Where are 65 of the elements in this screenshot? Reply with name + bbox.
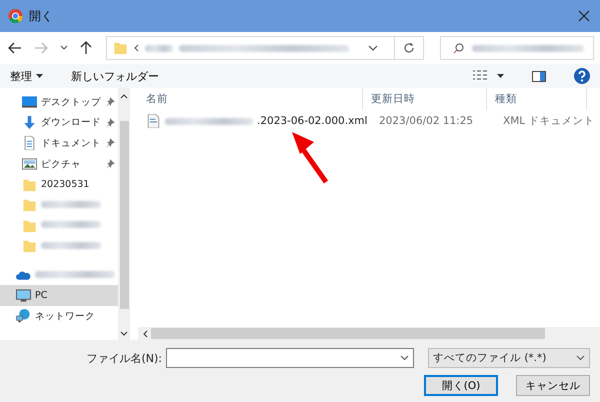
refresh-icon[interactable]	[403, 42, 415, 54]
folder-icon	[22, 198, 37, 212]
column-header[interactable]: 種類	[487, 88, 587, 110]
window-title: 開く	[29, 8, 53, 24]
picture-icon	[22, 157, 37, 172]
caret-icon	[36, 74, 43, 78]
column-header[interactable]: 名前	[138, 88, 363, 110]
organize-menu[interactable]: 整理	[10, 68, 43, 84]
cancel-button[interactable]: キャンセル	[516, 375, 590, 396]
folder-icon	[22, 218, 37, 233]
sidebar-item[interactable]: 20230531	[0, 174, 118, 195]
chevron-down-icon	[60, 45, 68, 51]
computer-icon	[16, 288, 31, 303]
view-options-button[interactable]	[473, 70, 504, 82]
sidebar-item[interactable]: ネットワーク	[0, 306, 118, 327]
blurred-text	[41, 200, 101, 208]
sidebar-item[interactable]: ダウンロード	[0, 112, 118, 134]
folder-icon	[22, 239, 37, 254]
sidebar-item[interactable]: ピクチャ	[0, 154, 118, 174]
document-icon	[22, 136, 37, 150]
vertical-scrollbar[interactable]	[118, 88, 130, 340]
chevron-up-icon[interactable]	[120, 94, 128, 99]
xml-file-icon	[146, 114, 161, 128]
chevron-down-icon[interactable]	[120, 331, 128, 336]
pin-icon[interactable]	[106, 159, 115, 170]
back-button[interactable]	[6, 40, 24, 56]
file-name-input[interactable]	[166, 348, 414, 368]
pin-icon[interactable]	[106, 138, 115, 148]
file-name-label: ファイル名(N):	[86, 350, 162, 366]
preview-pane-button[interactable]	[532, 70, 546, 82]
open-button[interactable]: 開く(O)	[424, 375, 498, 396]
monitor-icon	[22, 95, 37, 110]
modified-date: 2023/06/02 11:25	[378, 115, 474, 127]
file-name[interactable]: .2023-06-02.000.xml	[257, 115, 368, 127]
arrow-drawing	[290, 130, 330, 185]
file-type: XML ドキュメント	[502, 114, 594, 128]
browser-logo-icon	[8, 9, 23, 23]
pin-icon[interactable]	[106, 118, 115, 128]
blurred-text	[41, 221, 101, 228]
search-icon	[453, 42, 464, 54]
chevron-down-icon[interactable]	[368, 44, 378, 52]
folder-icon	[22, 178, 37, 192]
pin-icon[interactable]	[106, 97, 115, 108]
list-view-icon	[473, 70, 487, 82]
blurred-text	[41, 242, 101, 249]
folder-icon	[113, 41, 128, 55]
caret-icon	[497, 74, 504, 78]
up-button[interactable]	[78, 39, 94, 57]
sidebar-item[interactable]: PC	[0, 285, 118, 306]
sidebar-item[interactable]: ドキュメント	[0, 133, 118, 154]
sidebar-item[interactable]: デスクトップ	[0, 92, 118, 113]
chevron-down-icon	[576, 355, 585, 361]
column-header[interactable]: 更新日時	[363, 88, 487, 110]
help-button[interactable]	[574, 68, 590, 84]
down-arrow-icon	[22, 116, 37, 130]
horizontal-scrollbar[interactable]	[138, 327, 600, 340]
search-field[interactable]	[440, 36, 594, 60]
network-icon	[16, 309, 31, 324]
close-button[interactable]	[576, 8, 592, 24]
blurred-text	[145, 44, 173, 52]
chevron-left-icon[interactable]	[142, 330, 148, 338]
chevron-left-icon[interactable]	[134, 44, 139, 52]
file-type-dropdown[interactable]: すべてのファイル (*.*)	[428, 348, 590, 368]
new-folder-button[interactable]: 新しいフォルダー	[71, 68, 159, 84]
chevron-down-icon[interactable]	[400, 355, 409, 361]
